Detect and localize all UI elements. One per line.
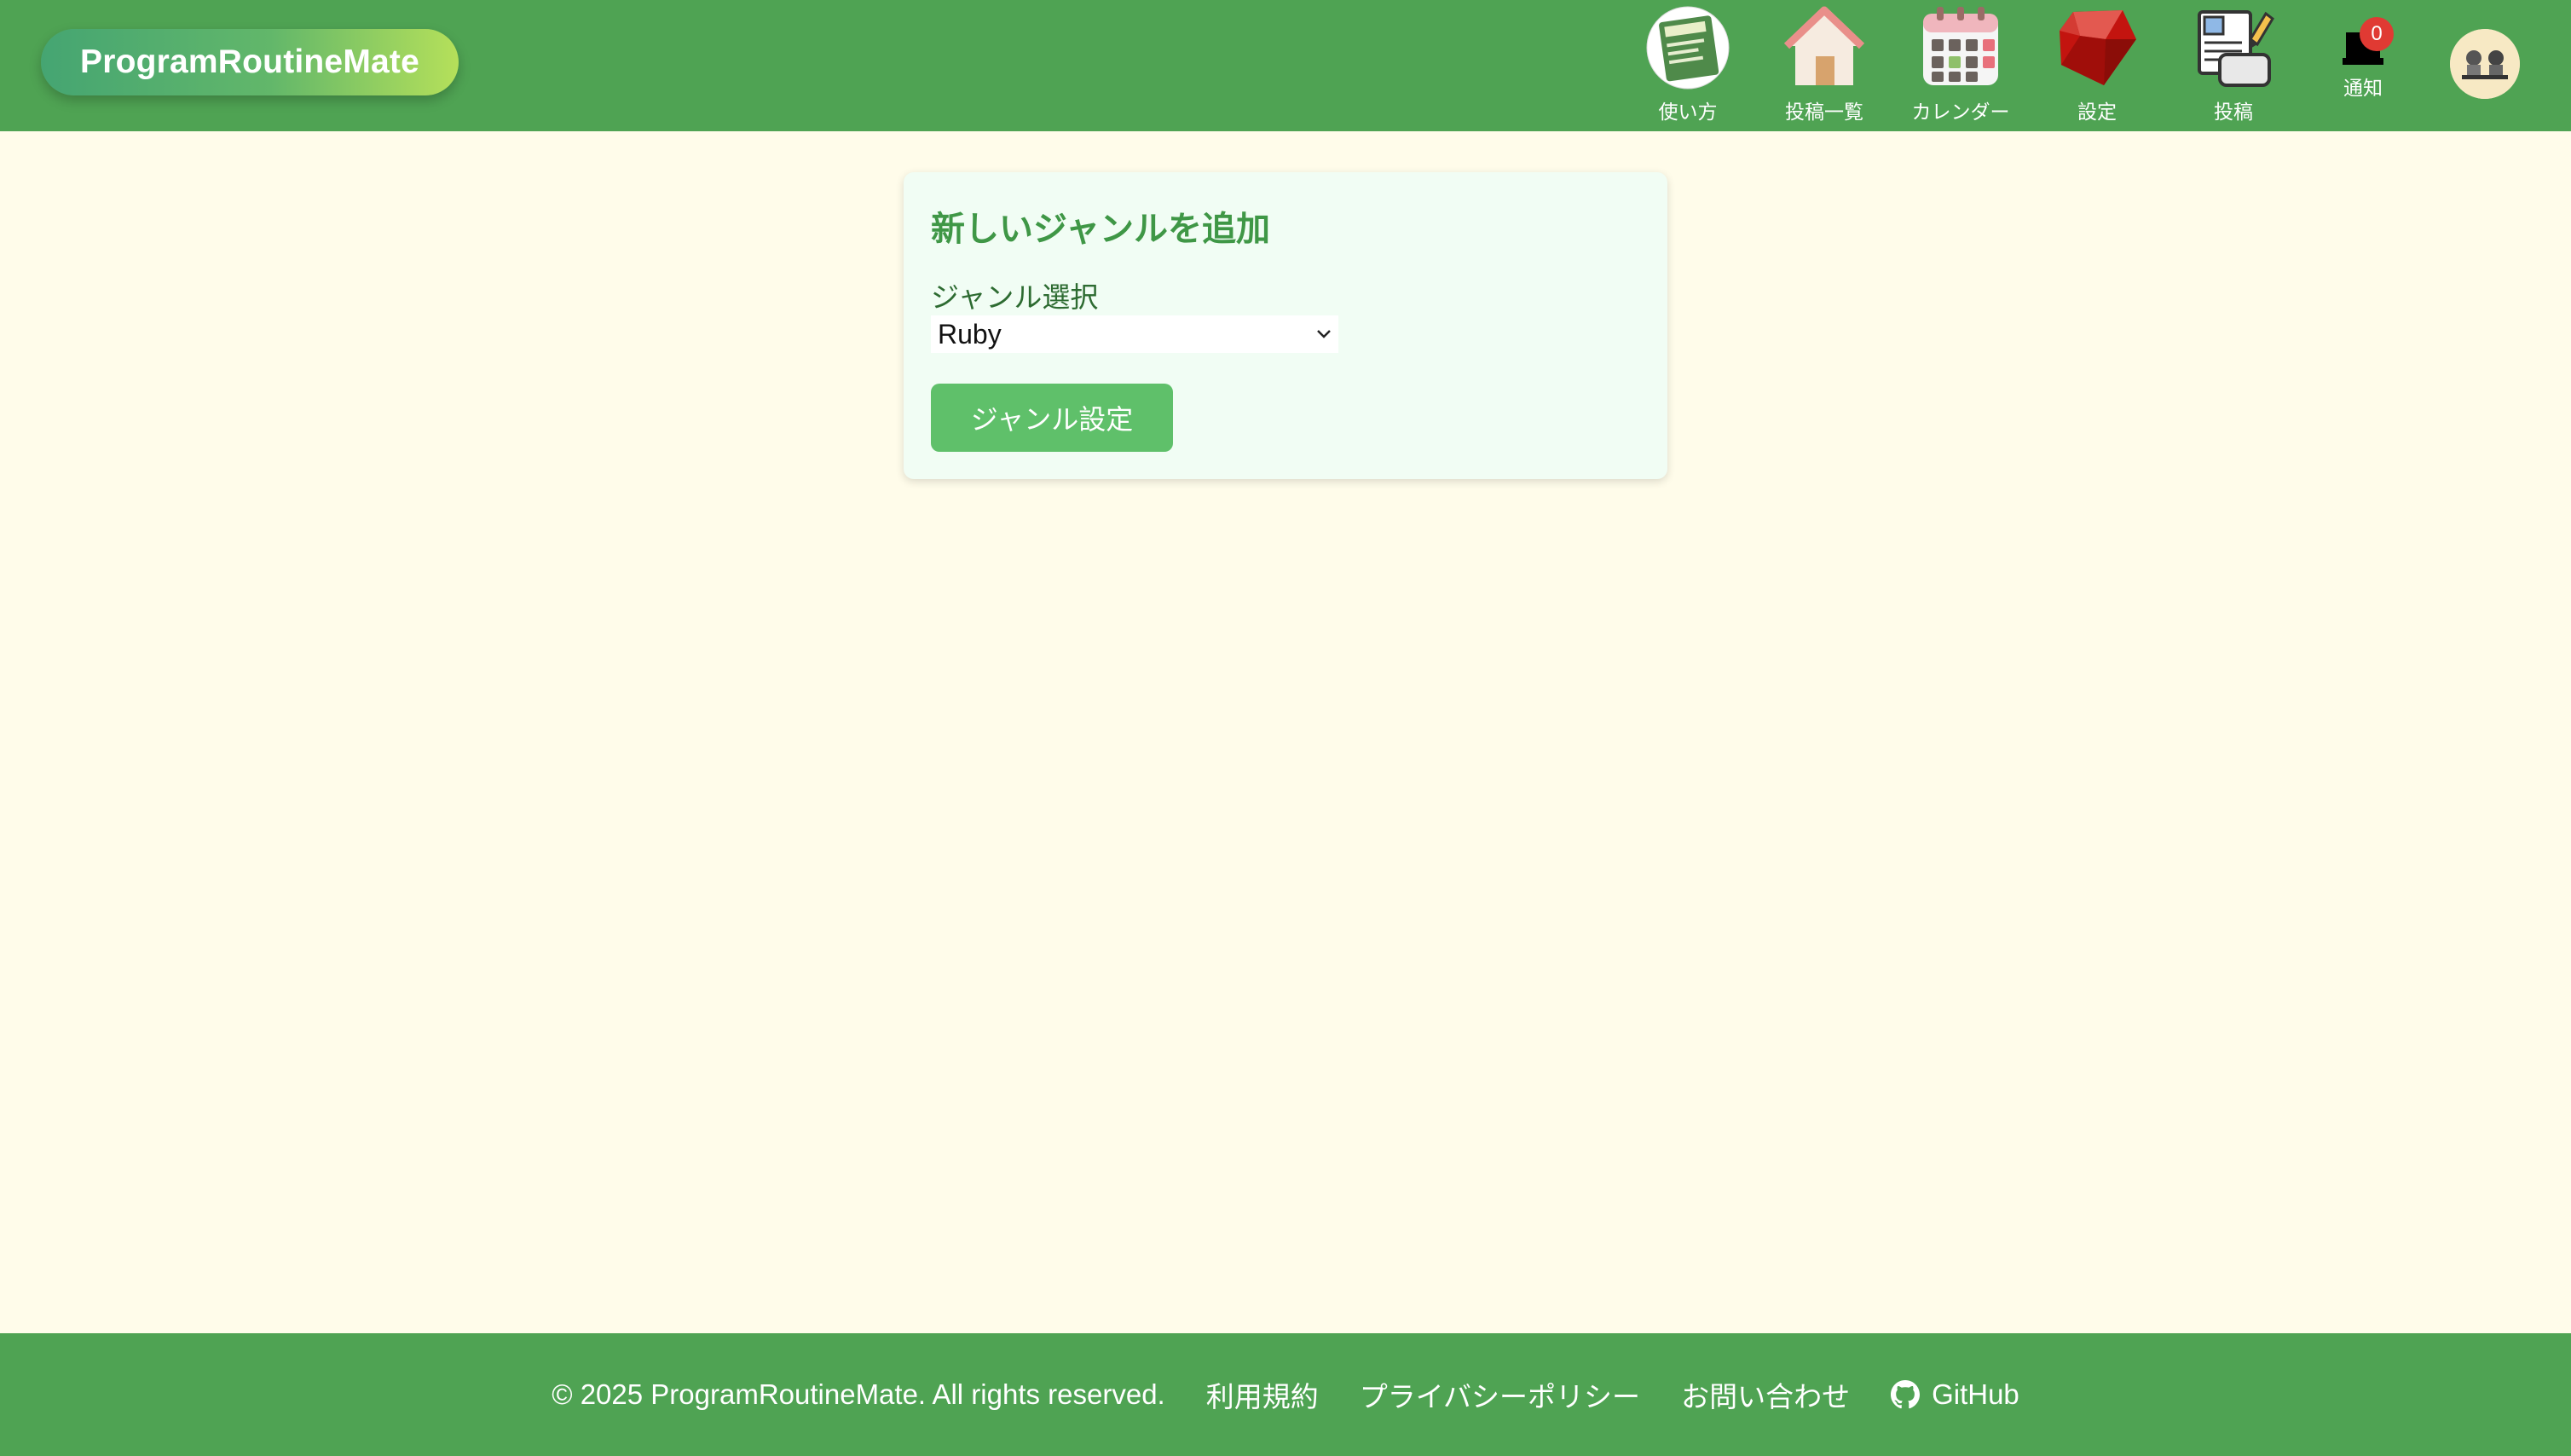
calendar-icon	[1923, 7, 1998, 85]
notification-count-badge: 0	[2360, 17, 2394, 51]
house-icon	[1783, 6, 1865, 85]
nav-label-post-list: 投稿一覧	[1785, 101, 1863, 124]
nav-item-notifications[interactable]: 0 通知	[2312, 17, 2414, 111]
genre-select[interactable]: Ruby	[931, 315, 1338, 353]
nav-item-settings[interactable]: 設定	[2029, 5, 2165, 124]
footer-link-contact[interactable]: お問い合わせ	[1681, 1374, 1850, 1415]
set-genre-button[interactable]: ジャンル設定	[931, 384, 1173, 452]
footer-link-github[interactable]: GitHub	[1891, 1378, 2019, 1411]
post-edit-icon	[2198, 10, 2274, 87]
github-icon	[1891, 1380, 1921, 1409]
ruby-gem-icon	[2060, 10, 2136, 85]
footer: © 2025 ProgramRoutineMate. All rights re…	[0, 1333, 2571, 1456]
user-avatar[interactable]	[2450, 29, 2520, 99]
footer-link-terms[interactable]: 利用規約	[1206, 1374, 1319, 1415]
nav-item-guide[interactable]: 使い方	[1620, 5, 1756, 124]
nav-label-post: 投稿	[2214, 101, 2253, 124]
top-navbar: ProgramRoutineMate 使い方 投稿一覧 カレンダー 設定 投稿 …	[0, 0, 2571, 131]
footer-copyright: © 2025 ProgramRoutineMate. All rights re…	[552, 1378, 1165, 1410]
nav-item-post[interactable]: 投稿	[2165, 5, 2302, 124]
nav-label-notifications: 通知	[2343, 78, 2383, 100]
user-avatar-icon	[2450, 29, 2520, 99]
nav-item-post-list[interactable]: 投稿一覧	[1756, 5, 1892, 124]
nav-label-calendar: カレンダー	[1911, 101, 2010, 124]
nav-label-guide: 使い方	[1658, 101, 1718, 124]
card-title: 新しいジャンルを追加	[931, 210, 1270, 249]
genre-select-value: Ruby	[938, 318, 1002, 350]
genre-select-label: ジャンル選択	[931, 280, 1099, 314]
github-label: GitHub	[1932, 1378, 2019, 1410]
app-logo[interactable]: ProgramRoutineMate	[41, 29, 459, 95]
nav-label-settings: 設定	[2077, 101, 2117, 124]
nav-item-calendar[interactable]: カレンダー	[1892, 5, 2029, 124]
add-genre-card: 新しいジャンルを追加 ジャンル選択 Ruby ジャンル設定	[904, 172, 1667, 479]
chevron-down-icon	[1317, 330, 1331, 338]
guide-book-icon	[1646, 6, 1730, 90]
footer-link-privacy[interactable]: プライバシーポリシー	[1360, 1374, 1640, 1415]
